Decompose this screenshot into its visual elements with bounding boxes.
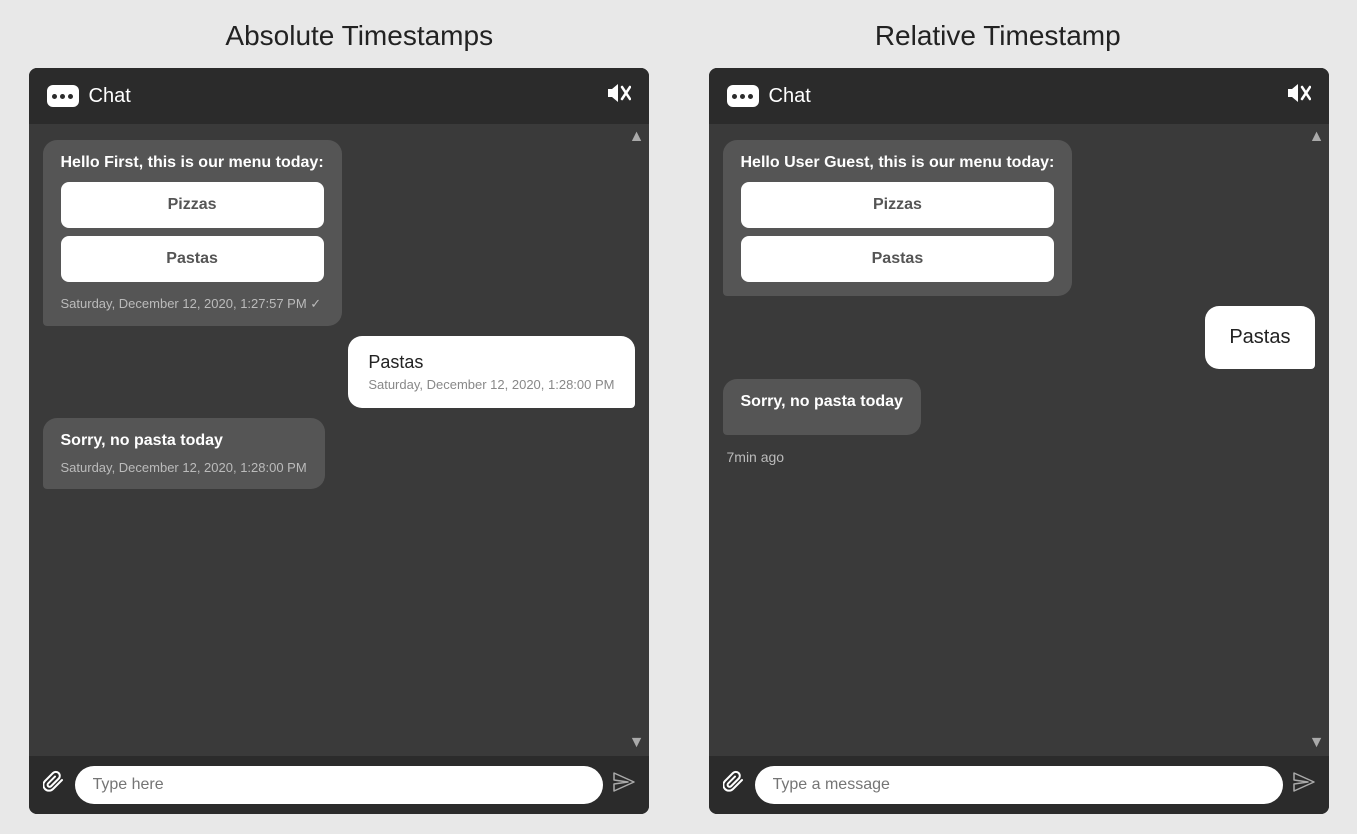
left-bot-response-timestamp: Saturday, December 12, 2020, 1:28:00 PM [61,460,307,475]
right-bot-response-bubble: Sorry, no pasta today [723,379,921,435]
right-bot-response-text: Sorry, no pasta today [741,393,903,411]
left-mute-icon[interactable] [605,82,631,110]
right-header-left: Chat [727,85,811,108]
left-chat-messages: ▲ Hello First, this is our menu today: P… [29,124,649,756]
left-chat-bubble-icon [47,85,79,107]
right-mute-icon[interactable] [1285,82,1311,110]
left-user-timestamp: Saturday, December 12, 2020, 1:28:00 PM [368,377,614,392]
left-chat-header: Chat [29,68,649,124]
right-scroll-up[interactable]: ▲ [1309,128,1325,146]
left-bot-response-bubble: Sorry, no pasta today Saturday, December… [43,418,325,489]
right-section-title: Relative Timestamp [679,20,1318,52]
right-chat-header: Chat [709,68,1329,124]
right-relative-timestamp: 7min ago [723,449,1315,465]
right-chat-bubble-icon [727,85,759,107]
right-user-text: Pastas [1229,326,1290,349]
left-scroll-down[interactable]: ▼ [629,734,645,752]
right-pizzas-button[interactable]: Pizzas [741,182,1055,228]
right-chat-panel: Chat ▲ Hello User Guest, this is our men… [709,68,1329,814]
left-chat-input[interactable] [75,766,603,804]
left-chat-input-area [29,756,649,814]
right-scroll-down[interactable]: ▼ [1309,734,1325,752]
right-send-icon[interactable] [1293,772,1315,798]
left-bot-menu-bubble: Hello First, this is our menu today: Piz… [43,140,342,326]
left-chat-panel: Chat ▲ Hello First, this is our menu tod… [29,68,649,814]
right-bot-menu-text: Hello User Guest, this is our menu today… [741,154,1055,172]
left-user-bubble: Pastas Saturday, December 12, 2020, 1:28… [348,336,634,408]
left-bot-response-text: Sorry, no pasta today [61,432,307,450]
left-chat-title: Chat [89,85,131,108]
left-section-title: Absolute Timestamps [40,20,679,52]
right-chat-title: Chat [769,85,811,108]
left-bot-menu-text: Hello First, this is our menu today: [61,154,324,172]
right-bot-menu-bubble: Hello User Guest, this is our menu today… [723,140,1073,296]
right-user-bubble: Pastas [1205,306,1314,369]
right-attach-icon[interactable] [723,770,745,800]
left-send-icon[interactable] [613,772,635,798]
left-bot-menu-timestamp: Saturday, December 12, 2020, 1:27:57 PM … [61,296,324,312]
left-scroll-up[interactable]: ▲ [629,128,645,146]
right-pastas-button[interactable]: Pastas [741,236,1055,282]
left-pizzas-button[interactable]: Pizzas [61,182,324,228]
right-chat-input[interactable] [755,766,1283,804]
right-chat-input-area [709,756,1329,814]
right-chat-messages: ▲ Hello User Guest, this is our menu tod… [709,124,1329,756]
left-user-text: Pastas [368,352,614,373]
left-pastas-button[interactable]: Pastas [61,236,324,282]
left-header-left: Chat [47,85,131,108]
left-attach-icon[interactable] [43,770,65,800]
